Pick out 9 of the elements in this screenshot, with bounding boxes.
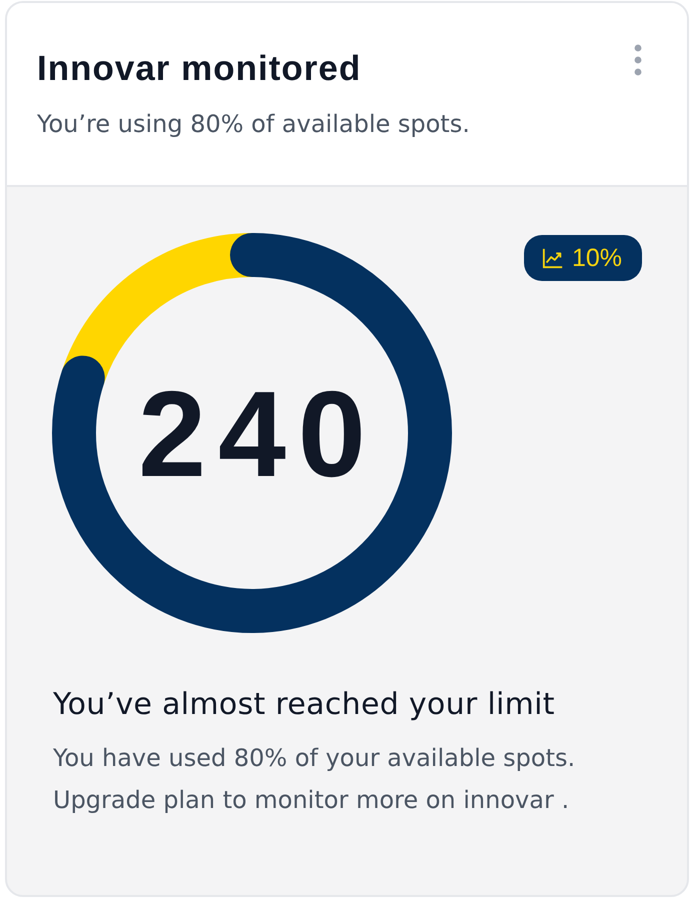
trend-up-chart-icon [542, 247, 564, 269]
notice-heading: You’ve almost reached your limit [53, 687, 556, 723]
usage-count: 240 [138, 366, 378, 502]
trend-percentage: 10% [572, 243, 622, 273]
notice-text: You have used 80% of your available spots. Upgrade plan to monitor more on innovar . [53, 743, 576, 816]
card-subtitle: You’re using 80% of available spots. [37, 109, 470, 139]
vertical-dots-icon [634, 44, 642, 76]
card-title: Innovar monitored [37, 49, 362, 89]
more-options-button[interactable] [634, 44, 642, 76]
